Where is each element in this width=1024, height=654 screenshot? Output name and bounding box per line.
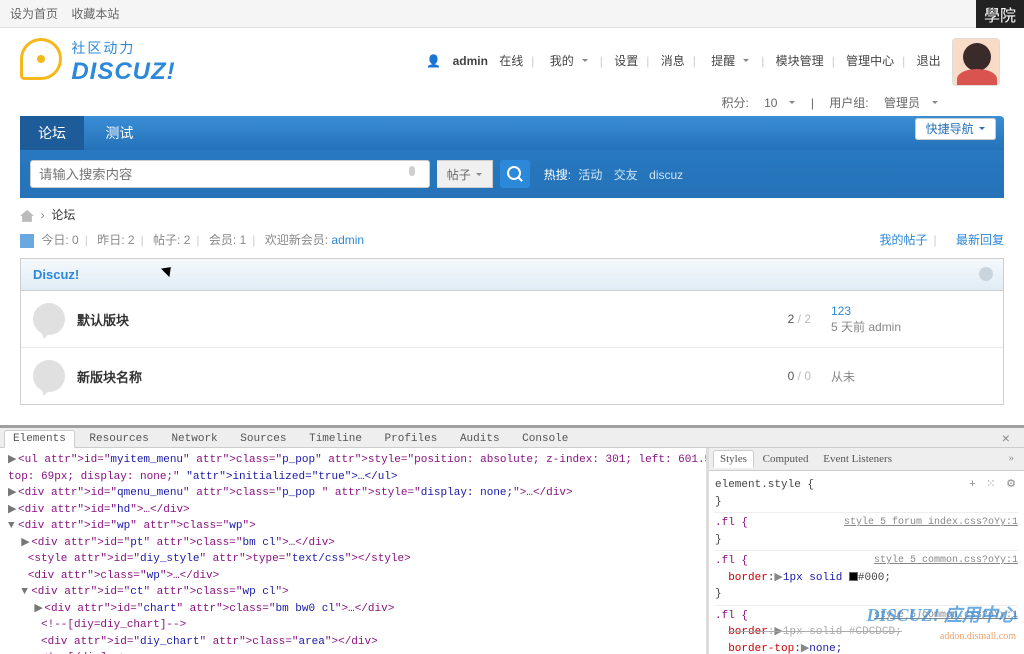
logo[interactable]: 社区动力 DISCUZ! — [20, 38, 176, 86]
new-rule-icon[interactable]: + — [969, 479, 976, 491]
points-label: 积分: — [721, 96, 748, 110]
collapse-icon[interactable] — [979, 267, 993, 281]
devtools-tab-console[interactable]: Console — [514, 431, 576, 447]
devtools-panel: Elements Resources Network Sources Timel… — [0, 425, 1024, 653]
search-button[interactable] — [500, 160, 530, 188]
username-link[interactable]: admin — [453, 54, 488, 68]
group-value: 管理员 — [884, 96, 920, 110]
devtools-tab-sources[interactable]: Sources — [232, 431, 294, 447]
mic-icon[interactable] — [405, 166, 419, 182]
main-nav: 论坛 测试 快捷导航 — [20, 116, 1004, 150]
fav-site-link[interactable]: 收藏本站 — [71, 7, 119, 21]
settings-link[interactable]: 设置 — [614, 54, 638, 68]
devtools-close-icon[interactable]: × — [994, 430, 1018, 450]
devtools-tab-audits[interactable]: Audits — [452, 431, 508, 447]
element-style-label: element.style { — [715, 479, 814, 491]
search-scope-select[interactable]: 帖子 — [437, 160, 493, 188]
last-post-link[interactable]: 123 — [831, 304, 851, 318]
mod-mgmt-link[interactable]: 模块管理 — [776, 54, 824, 68]
source-link[interactable]: style 5 common.css?oYy:1 — [874, 608, 1018, 623]
listeners-tab[interactable]: Event Listeners — [817, 451, 898, 467]
user-icon: 👤 — [426, 54, 441, 68]
mine-menu[interactable]: 我的 — [546, 54, 592, 68]
devtools-tab-elements[interactable]: Elements — [4, 430, 75, 448]
devtools-tab-resources[interactable]: Resources — [81, 431, 156, 447]
source-link[interactable]: style 5 forum index.css?oYy:1 — [844, 515, 1018, 530]
remind-menu[interactable]: 提醒 — [707, 54, 753, 68]
forum-bubble-icon — [33, 303, 65, 335]
search-input[interactable] — [30, 160, 430, 188]
forum-row: 默认版块 2 / 2 123 5 天前 admin — [21, 291, 1003, 348]
source-link[interactable]: style 5 common.css?oYy:1 — [874, 553, 1018, 568]
computed-tab[interactable]: Computed — [757, 451, 815, 467]
crumb-forum[interactable]: 论坛 — [51, 208, 75, 222]
logout-link[interactable]: 退出 — [917, 54, 941, 68]
devtools-tab-profiles[interactable]: Profiles — [377, 431, 446, 447]
messages-link[interactable]: 消息 — [661, 54, 685, 68]
forum-link[interactable]: 新版块名称 — [77, 370, 142, 385]
nav-forum[interactable]: 论坛 — [20, 116, 84, 150]
breadcrumb: › 论坛 — [20, 206, 1004, 223]
chevron-right-icon[interactable]: » — [1003, 450, 1021, 466]
set-home-link[interactable]: 设为首页 — [10, 7, 58, 21]
forum-counts: 0 / 0 — [731, 369, 811, 383]
forum-bubble-icon — [33, 360, 65, 392]
hot-label: 热搜: — [544, 168, 571, 182]
last-post-meta: 5 天前 admin — [831, 320, 901, 334]
corner-badge: 學院 — [976, 0, 1024, 28]
my-posts-link[interactable]: 我的帖子 — [880, 233, 928, 247]
last-post-meta: 从未 — [831, 370, 855, 384]
forum-stats: 今日: 0| 昨日: 2| 帖子: 2| 会员: 1| 欢迎新会员: admin… — [20, 231, 1004, 248]
points-value: 10 — [764, 96, 777, 110]
logo-cn: 社区动力 — [71, 38, 175, 58]
hot-link[interactable]: 交友 — [614, 168, 638, 182]
nav-test[interactable]: 测试 — [87, 116, 151, 150]
forum-link[interactable]: 默认版块 — [77, 313, 129, 328]
devtools-tabs: Elements Resources Network Sources Timel… — [0, 428, 1024, 448]
mgmt-center-link[interactable]: 管理中心 — [846, 54, 894, 68]
hot-link[interactable]: discuz — [649, 168, 683, 182]
forum-row: 新版块名称 0 / 0 从未 — [21, 348, 1003, 404]
devtools-tab-timeline[interactable]: Timeline — [301, 431, 370, 447]
quicknav-button[interactable]: 快捷导航 — [915, 118, 996, 140]
home-icon[interactable] — [20, 210, 34, 222]
toggle-states-icon[interactable]: ⁙ — [986, 479, 995, 491]
latest-reply-link[interactable]: 最新回复 — [956, 233, 1004, 247]
dom-tree[interactable]: ▶<ul attr">id="myitem_menu" attr">class=… — [0, 448, 709, 654]
online-label: 在线 — [499, 54, 523, 68]
group-label: 用户组: — [829, 96, 868, 110]
logo-en: DISCUZ! — [71, 58, 175, 86]
search-bar: 帖子 热搜: 活动 交友 discuz — [20, 150, 1004, 198]
gear-icon[interactable]: ⚙ — [1006, 479, 1016, 491]
hot-link[interactable]: 活动 — [578, 168, 602, 182]
stats-icon[interactable] — [20, 234, 34, 248]
board-panel: Discuz! 默认版块 2 / 2 123 5 天前 admin 新版块名称 … — [20, 258, 1004, 405]
devtools-tab-network[interactable]: Network — [163, 431, 225, 447]
forum-counts: 2 / 2 — [731, 312, 811, 326]
styles-pane: Styles Computed Event Listeners » elemen… — [709, 448, 1024, 654]
avatar[interactable] — [952, 38, 1000, 86]
newest-member-link[interactable]: admin — [331, 233, 364, 247]
styles-tab[interactable]: Styles — [713, 450, 754, 468]
board-title[interactable]: Discuz! — [33, 267, 79, 282]
logo-bubble-icon — [20, 38, 62, 80]
